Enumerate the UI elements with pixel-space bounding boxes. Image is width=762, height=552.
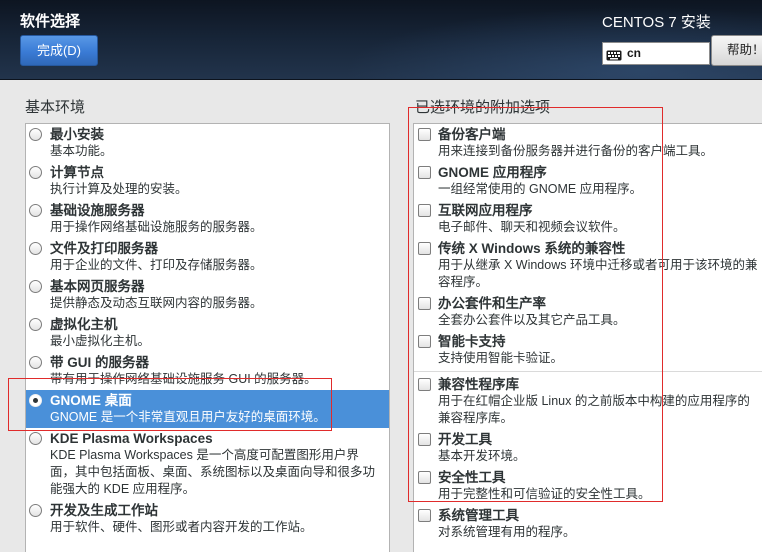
environment-option-dev-workstation[interactable]: 开发及生成工作站 用于软件、硬件、图形或者内容开发的工作站。 <box>26 500 389 538</box>
addon-description: 用于从继承 X Windows 环境中迁移或者可用于该环境的兼容程序。 <box>438 258 758 289</box>
addons-list: 备份客户端 用来连接到备份服务器并进行备份的客户端工具。 GNOME 应用程序 … <box>413 123 762 552</box>
environment-description: 用于软件、硬件、图形或者内容开发的工作站。 <box>50 520 313 534</box>
addon-description: 用来连接到备份服务器并进行备份的客户端工具。 <box>438 144 714 158</box>
environment-option-virtualization-host[interactable]: 虚拟化主机 最小虚拟化主机。 <box>26 314 389 352</box>
environment-description: KDE Plasma Workspaces 是一个高度可配置图形用户界面，其中包… <box>50 448 376 496</box>
addon-option-internet-apps[interactable]: 互联网应用程序 电子邮件、聊天和视频会议软件。 <box>414 200 762 238</box>
addon-option-smart-card[interactable]: 智能卡支持 支持使用智能卡验证。 <box>414 331 762 369</box>
radio-button[interactable] <box>29 280 42 293</box>
addon-description: 对系统管理有用的程序。 <box>438 525 576 539</box>
environment-name: 虚拟化主机 <box>50 317 118 332</box>
product-name: CENTOS 7 安装 <box>602 14 711 31</box>
addon-description: 支持使用智能卡验证。 <box>438 351 564 365</box>
environment-description: 用于企业的文件、打印及存储服务器。 <box>50 258 263 272</box>
addon-description: 电子邮件、聊天和视频会议软件。 <box>438 220 626 234</box>
addon-name: 传统 X Windows 系统的兼容性 <box>438 241 626 256</box>
checkbox[interactable] <box>418 433 431 446</box>
radio-button[interactable] <box>29 356 42 369</box>
environment-description: 用于操作网络基础设施服务的服务器。 <box>50 220 263 234</box>
environment-name: 最小安装 <box>50 127 104 142</box>
addon-name: 系统管理工具 <box>438 508 519 523</box>
radio-button[interactable] <box>29 166 42 179</box>
environment-option-file-print-server[interactable]: 文件及打印服务器 用于企业的文件、打印及存储服务器。 <box>26 238 389 276</box>
radio-button[interactable] <box>29 204 42 217</box>
addon-option-backup-client[interactable]: 备份客户端 用来连接到备份服务器并进行备份的客户端工具。 <box>414 124 762 162</box>
environment-name: GNOME 桌面 <box>50 393 132 408</box>
addon-name: 备份客户端 <box>438 127 506 142</box>
addon-description: 一组经常使用的 GNOME 应用程序。 <box>438 182 643 196</box>
checkbox[interactable] <box>418 128 431 141</box>
environment-name: 基本网页服务器 <box>50 279 145 294</box>
checkbox[interactable] <box>418 509 431 522</box>
addon-name: 兼容性程序库 <box>438 377 519 392</box>
environment-option-infrastructure-server[interactable]: 基础设施服务器 用于操作网络基础设施服务的服务器。 <box>26 200 389 238</box>
checkbox[interactable] <box>418 204 431 217</box>
environment-name: 带 GUI 的服务器 <box>50 355 150 370</box>
addon-option-office-suite[interactable]: 办公套件和生产率 全套办公套件以及其它产品工具。 <box>414 293 762 331</box>
base-environment-list: 最小安装 基本功能。 计算节点 执行计算及处理的安装。 基础设施服务器 用于操作… <box>25 123 390 552</box>
environment-name: 计算节点 <box>50 165 104 180</box>
addons-heading: 已选环境的附加选项 <box>415 99 551 116</box>
addon-name: 办公套件和生产率 <box>438 296 546 311</box>
environment-option-kde-plasma[interactable]: KDE Plasma Workspaces KDE Plasma Workspa… <box>26 428 389 500</box>
addon-option-gnome-apps[interactable]: GNOME 应用程序 一组经常使用的 GNOME 应用程序。 <box>414 162 762 200</box>
radio-button[interactable] <box>29 432 42 445</box>
keyboard-icon <box>606 48 622 61</box>
environment-option-basic-web-server[interactable]: 基本网页服务器 提供静态及动态互联网内容的服务器。 <box>26 276 389 314</box>
environment-name: KDE Plasma Workspaces <box>50 431 213 446</box>
environment-description: 提供静态及动态互联网内容的服务器。 <box>50 296 263 310</box>
help-button[interactable]: 帮助！ <box>711 35 762 66</box>
environment-option-server-with-gui[interactable]: 带 GUI 的服务器 带有用于操作网络基础设施服务 GUI 的服务器。 <box>26 352 389 390</box>
environment-name: 基础设施服务器 <box>50 203 145 218</box>
environment-name: 文件及打印服务器 <box>50 241 158 256</box>
radio-button[interactable] <box>29 318 42 331</box>
checkbox[interactable] <box>418 471 431 484</box>
checkbox[interactable] <box>418 378 431 391</box>
radio-button[interactable] <box>29 242 42 255</box>
addon-description: 基本开发环境。 <box>438 449 526 463</box>
environment-description: 带有用于操作网络基础设施服务 GUI 的服务器。 <box>50 372 317 386</box>
header-bar: 软件选择 完成(D) CENTOS 7 安装 cn 帮助！ <box>0 0 762 80</box>
addon-option-legacy-x[interactable]: 传统 X Windows 系统的兼容性 用于从继承 X Windows 环境中迁… <box>414 238 762 293</box>
environment-description: 基本功能。 <box>50 144 113 158</box>
addon-option-compat-libs[interactable]: 兼容性程序库 用于在红帽企业版 Linux 的之前版本中构建的应用程序的兼容程序… <box>414 374 762 429</box>
done-button[interactable]: 完成(D) <box>20 35 98 66</box>
addon-option-dev-tools[interactable]: 开发工具 基本开发环境。 <box>414 429 762 467</box>
environment-option-minimal[interactable]: 最小安装 基本功能。 <box>26 124 389 162</box>
keyboard-layout-indicator[interactable]: cn <box>602 42 710 65</box>
keyboard-layout-label: cn <box>627 46 642 60</box>
checkbox[interactable] <box>418 166 431 179</box>
addon-option-sysadmin-tools[interactable]: 系统管理工具 对系统管理有用的程序。 <box>414 505 762 543</box>
addon-description: 全套办公套件以及其它产品工具。 <box>438 313 626 327</box>
radio-button[interactable] <box>29 128 42 141</box>
base-environment-heading: 基本环境 <box>25 99 86 116</box>
addon-option-security-tools[interactable]: 安全性工具 用于完整性和可信验证的安全性工具。 <box>414 467 762 505</box>
environment-option-gnome-desktop[interactable]: GNOME 桌面 GNOME 是一个非常直观且用户友好的桌面环境。 <box>26 390 389 428</box>
page-title: 软件选择 <box>20 13 81 30</box>
environment-description: 执行计算及处理的安装。 <box>50 182 188 196</box>
addon-group-separator <box>414 371 762 372</box>
environment-option-compute-node[interactable]: 计算节点 执行计算及处理的安装。 <box>26 162 389 200</box>
environment-description: 最小虚拟化主机。 <box>50 334 151 348</box>
checkbox[interactable] <box>418 297 431 310</box>
addon-name: 智能卡支持 <box>438 334 506 349</box>
addon-name: 安全性工具 <box>438 470 506 485</box>
radio-button[interactable] <box>29 394 42 407</box>
environment-name: 开发及生成工作站 <box>50 503 158 518</box>
radio-button[interactable] <box>29 504 42 517</box>
addon-name: 开发工具 <box>438 432 492 447</box>
environment-description: GNOME 是一个非常直观且用户友好的桌面环境。 <box>50 410 326 424</box>
addon-description: 用于在红帽企业版 Linux 的之前版本中构建的应用程序的兼容程序库。 <box>438 394 750 425</box>
addon-name: GNOME 应用程序 <box>438 165 547 180</box>
checkbox[interactable] <box>418 335 431 348</box>
checkbox[interactable] <box>418 242 431 255</box>
addon-description: 用于完整性和可信验证的安全性工具。 <box>438 487 651 501</box>
addon-name: 互联网应用程序 <box>438 203 533 218</box>
